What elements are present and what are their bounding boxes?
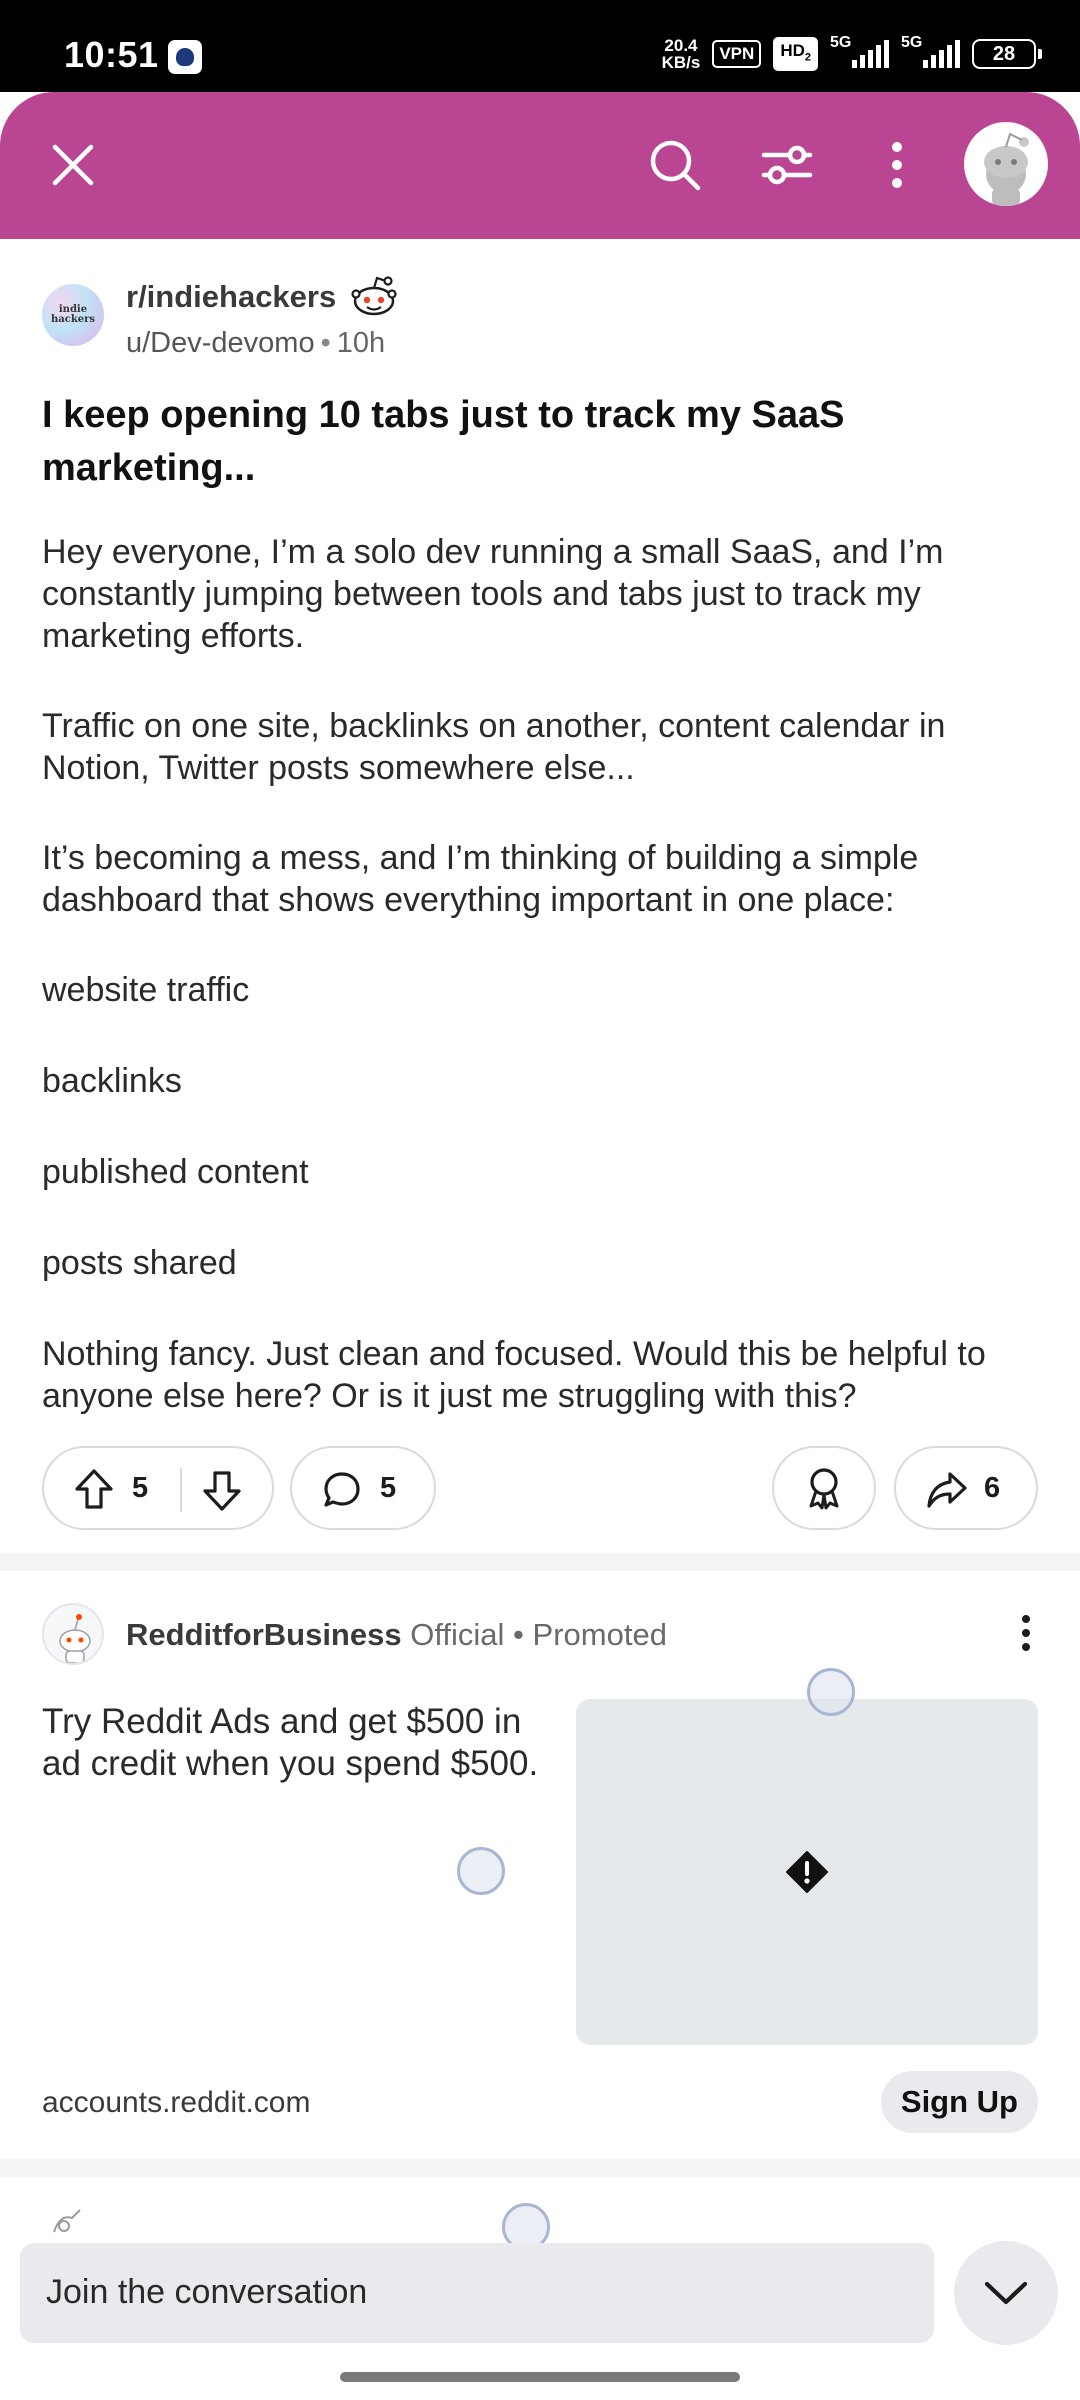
signal-sim1-icon: 5G xyxy=(830,34,889,68)
advertiser-name[interactable]: RedditforBusiness xyxy=(126,1617,402,1652)
network-speed: 20.4 KB/s xyxy=(661,36,701,72)
hd-badge: HD2 xyxy=(773,36,818,72)
app-header xyxy=(0,92,1080,239)
more-options-button[interactable] xyxy=(862,130,932,200)
touch-indicator xyxy=(807,1668,855,1716)
ad-media[interactable] xyxy=(576,1699,1038,2045)
promoted-post: RedditforBusiness Official • Promoted Tr… xyxy=(0,1571,1080,2159)
downvote-button[interactable] xyxy=(202,1470,242,1517)
award-button[interactable] xyxy=(772,1446,876,1530)
home-indicator[interactable] xyxy=(340,2372,740,2382)
post-meta: u/Dev-devomo • 10h xyxy=(126,327,386,359)
snoo-avatar-icon xyxy=(59,1614,91,1663)
close-button[interactable] xyxy=(38,130,108,200)
post: indie hackers r/indiehackers u/Dev-devom… xyxy=(0,239,1080,1553)
search-icon xyxy=(650,140,701,191)
status-time: 10:51 xyxy=(64,34,159,75)
downvote-icon xyxy=(203,1471,241,1511)
post-paragraph: Hey everyone, I’m a solo dev running a s… xyxy=(42,533,944,655)
upvote-button[interactable] xyxy=(74,1468,114,1515)
subreddit-avatar[interactable]: indie hackers xyxy=(42,284,104,346)
promoted-label: Promoted xyxy=(532,1617,667,1652)
filter-button[interactable] xyxy=(752,130,822,200)
comment-input-placeholder: Join the conversation xyxy=(46,2273,368,2311)
vpn-badge: VPN xyxy=(712,40,762,68)
next-post-avatar-icon xyxy=(53,2209,81,2233)
feed-separator xyxy=(0,2159,1080,2177)
ad-text[interactable]: Try Reddit Ads and get $500 in ad credit… xyxy=(42,1701,562,1785)
post-list-item: posts shared xyxy=(42,1244,237,1282)
chevron-down-icon xyxy=(984,2281,1028,2305)
more-vertical-icon xyxy=(892,142,902,188)
close-icon xyxy=(52,144,94,186)
collapse-button[interactable] xyxy=(954,2241,1058,2345)
vote-divider xyxy=(180,1468,182,1512)
vote-pill: 5 xyxy=(42,1446,274,1530)
post-title[interactable]: I keep opening 10 tabs just to track my … xyxy=(42,389,1032,495)
user-avatar-button[interactable] xyxy=(964,122,1048,206)
upvote-icon xyxy=(75,1469,113,1509)
status-indicators: 20.4 KB/s VPN HD2 5G 5G 28 xyxy=(661,34,1042,74)
post-list-item: published content xyxy=(42,1153,309,1191)
ad-domain[interactable]: accounts.reddit.com xyxy=(42,2086,310,2120)
comment-icon xyxy=(324,1472,360,1507)
snoo-avatar-icon xyxy=(984,132,1029,206)
upvote-count: 5 xyxy=(132,1472,149,1504)
post-paragraph: Traffic on one site, backlinks on anothe… xyxy=(42,707,946,787)
post-paragraph: It’s becoming a mess, and I’m thinking o… xyxy=(42,839,919,919)
share-icon xyxy=(927,1472,967,1508)
post-actions: 5 5 6 xyxy=(42,1446,1038,1532)
error-icon xyxy=(786,1851,828,1893)
ad-options-button[interactable] xyxy=(1008,1611,1044,1659)
comment-count: 5 xyxy=(380,1472,397,1504)
share-count: 6 xyxy=(984,1472,1001,1504)
battery-icon: 28 xyxy=(972,39,1042,69)
post-author[interactable]: u/Dev-devomo xyxy=(126,327,315,359)
subreddit-name[interactable]: r/indiehackers xyxy=(126,279,336,315)
post-paragraph: Nothing fancy. Just clean and focused. W… xyxy=(42,1335,986,1415)
snoo-badge-icon xyxy=(351,276,397,316)
award-icon xyxy=(809,1468,839,1510)
official-label: Official xyxy=(410,1617,505,1652)
advertiser-avatar[interactable] xyxy=(42,1603,104,1665)
post-list-item: backlinks xyxy=(42,1062,182,1100)
share-button[interactable]: 6 xyxy=(894,1446,1038,1530)
sign-up-button[interactable]: Sign Up xyxy=(880,2071,1038,2133)
notification-app-icon xyxy=(168,40,202,74)
signal-sim2-icon: 5G xyxy=(901,34,960,68)
post-list-item: website traffic xyxy=(42,971,250,1009)
more-vertical-icon xyxy=(1008,1615,1044,1651)
search-button[interactable] xyxy=(640,130,710,200)
comments-button[interactable]: 5 xyxy=(290,1446,436,1530)
feed-separator xyxy=(0,1553,1080,1571)
ad-meta: RedditforBusiness Official • Promoted xyxy=(126,1617,667,1652)
touch-indicator xyxy=(457,1847,505,1895)
filter-icon xyxy=(761,145,813,185)
comment-input[interactable]: Join the conversation xyxy=(20,2243,934,2343)
post-age: 10h xyxy=(336,327,386,359)
status-bar: 10:51 20.4 KB/s VPN HD2 5G 5G 28 xyxy=(0,0,1080,92)
post-body: Hey everyone, I’m a solo dev running a s… xyxy=(42,531,1042,1465)
